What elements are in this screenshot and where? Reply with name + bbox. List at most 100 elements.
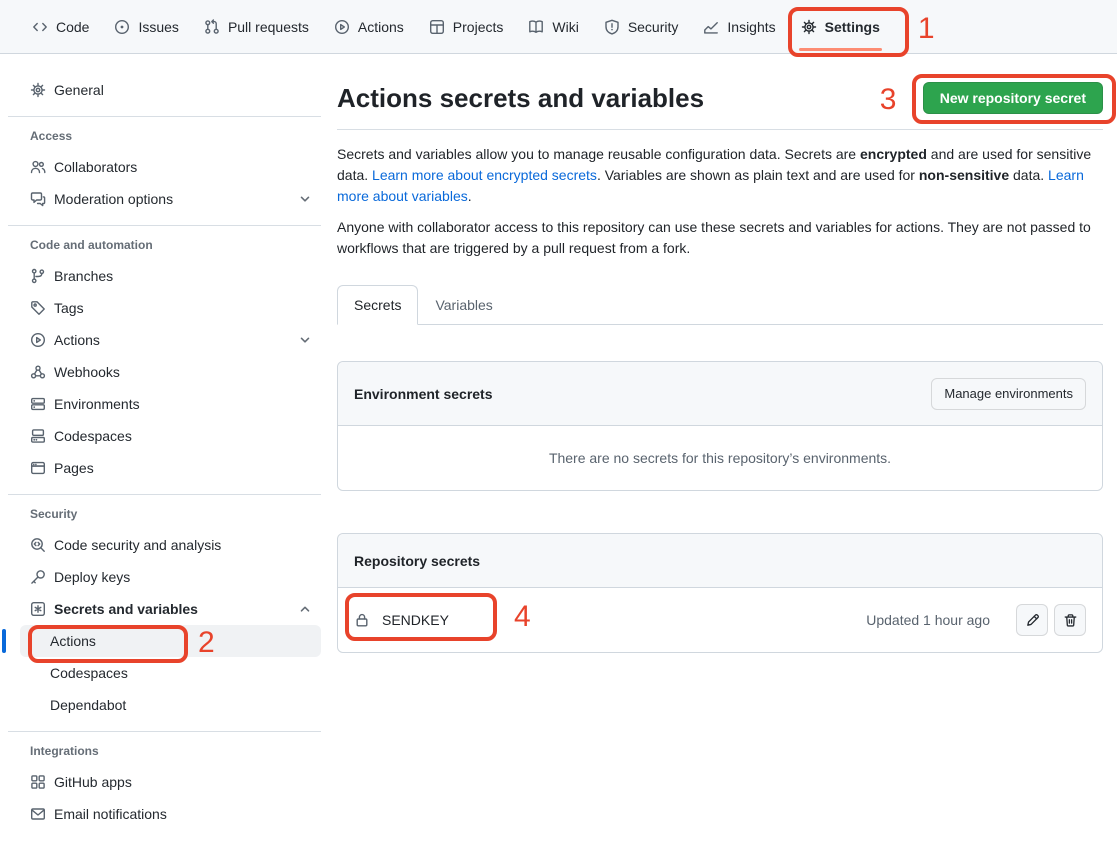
shield-icon — [604, 19, 620, 35]
key-icon — [30, 569, 46, 585]
codespaces-icon — [30, 428, 46, 444]
trash-icon — [1063, 613, 1078, 628]
graph-icon — [703, 19, 719, 35]
settings-sidebar: General Access Collaborators Moderation … — [0, 54, 337, 830]
secret-row: SENDKEY Updated 1 hour ago 4 — [338, 588, 1102, 652]
main-content: Actions secrets and variables New reposi… — [337, 54, 1117, 653]
git-branch-icon — [30, 268, 46, 284]
tab-label: Wiki — [552, 19, 578, 35]
secret-updated-timestamp: Updated 1 hour ago — [866, 612, 990, 628]
tab-actions[interactable]: Actions — [324, 0, 414, 53]
sidebar-item-general[interactable]: General — [8, 74, 321, 106]
delete-secret-button[interactable] — [1054, 604, 1086, 636]
play-icon — [30, 332, 46, 348]
play-icon — [334, 19, 350, 35]
apps-icon — [30, 774, 46, 790]
secrets-variables-tabnav: Secrets Variables — [337, 285, 1103, 325]
book-icon — [528, 19, 544, 35]
sidebar-item-branches[interactable]: Branches — [8, 260, 321, 292]
tab-security[interactable]: Security — [594, 0, 689, 53]
comment-discussion-icon — [30, 191, 46, 207]
sidebar-section-integrations: Integrations — [8, 742, 321, 760]
non-sensitive-emphasis: non-sensitive — [919, 167, 1009, 183]
edit-secret-button[interactable] — [1016, 604, 1048, 636]
tab-label: Issues — [138, 19, 178, 35]
webhook-icon — [30, 364, 46, 380]
chevron-up-icon — [297, 601, 313, 617]
sidebar-subitem-actions[interactable]: Actions 2 — [20, 625, 321, 657]
tab-secrets[interactable]: Secrets — [337, 285, 418, 325]
secret-name: SENDKEY — [382, 612, 866, 628]
people-icon — [30, 159, 46, 175]
tag-icon — [30, 300, 46, 316]
table-icon — [429, 19, 445, 35]
git-pull-request-icon — [204, 19, 220, 35]
server-icon — [30, 396, 46, 412]
intro-paragraph-1: Secrets and variables allow you to manag… — [337, 144, 1103, 207]
sidebar-item-email-notifications[interactable]: Email notifications — [8, 798, 321, 830]
sidebar-item-environments[interactable]: Environments — [8, 388, 321, 420]
sidebar-divider — [8, 116, 321, 117]
encrypted-emphasis: encrypted — [860, 146, 927, 162]
pencil-icon — [1025, 613, 1040, 628]
tab-label: Code — [56, 19, 89, 35]
tab-wiki[interactable]: Wiki — [518, 0, 588, 53]
gear-icon — [30, 82, 46, 98]
sidebar-item-codespaces[interactable]: Codespaces — [8, 420, 321, 452]
sidebar-item-moderation-options[interactable]: Moderation options — [8, 183, 321, 215]
sidebar-item-collaborators[interactable]: Collaborators — [8, 151, 321, 183]
mail-icon — [30, 806, 46, 822]
sidebar-item-deploy-keys[interactable]: Deploy keys — [8, 561, 321, 593]
environment-secrets-empty-message: There are no secrets for this repository… — [338, 426, 1102, 490]
environment-secrets-title: Environment secrets — [354, 386, 493, 402]
sidebar-item-github-apps[interactable]: GitHub apps — [8, 766, 321, 798]
selected-indicator-bar — [2, 629, 6, 653]
issue-opened-icon — [114, 19, 130, 35]
tab-insights[interactable]: Insights — [693, 0, 785, 53]
tab-pull-requests[interactable]: Pull requests — [194, 0, 319, 53]
code-icon — [32, 19, 48, 35]
browser-icon — [30, 460, 46, 476]
sidebar-item-actions[interactable]: Actions — [8, 324, 321, 356]
sidebar-subitem-dependabot[interactable]: Dependabot — [20, 689, 321, 721]
page-title: Actions secrets and variables — [337, 81, 923, 115]
sidebar-section-security: Security — [8, 505, 321, 523]
intro-paragraph-2: Anyone with collaborator access to this … — [337, 217, 1103, 259]
sidebar-item-webhooks[interactable]: Webhooks — [8, 356, 321, 388]
chevron-down-icon — [297, 191, 313, 207]
sidebar-item-pages[interactable]: Pages — [8, 452, 321, 484]
tab-label: Settings — [825, 19, 880, 35]
environment-secrets-box: Environment secrets Manage environments … — [337, 361, 1103, 491]
active-tab-underline — [799, 48, 882, 51]
repository-secrets-box: Repository secrets SENDKEY Updated 1 hou… — [337, 533, 1103, 653]
tab-label: Actions — [358, 19, 404, 35]
annotation-number-1: 1 — [918, 13, 935, 45]
sidebar-subitem-codespaces[interactable]: Codespaces — [20, 657, 321, 689]
sidebar-item-tags[interactable]: Tags — [8, 292, 321, 324]
sidebar-item-secrets-and-variables[interactable]: Secrets and variables — [8, 593, 321, 625]
sidebar-divider — [8, 494, 321, 495]
title-divider — [337, 129, 1103, 130]
tab-projects[interactable]: Projects — [419, 0, 514, 53]
sidebar-divider — [8, 731, 321, 732]
tab-variables[interactable]: Variables — [418, 285, 509, 325]
chevron-down-icon — [297, 332, 313, 348]
sidebar-section-access: Access — [8, 127, 321, 145]
code-scan-icon — [30, 537, 46, 553]
tab-label: Pull requests — [228, 19, 309, 35]
lock-icon — [354, 612, 370, 628]
sidebar-item-code-security[interactable]: Code security and analysis — [8, 529, 321, 561]
tab-label: Security — [628, 19, 679, 35]
new-repository-secret-button[interactable]: New repository secret 3 — [923, 82, 1103, 114]
tab-code[interactable]: Code — [22, 0, 99, 53]
encrypted-secrets-link[interactable]: Learn more about encrypted secrets — [372, 167, 597, 183]
sidebar-section-code-automation: Code and automation — [8, 236, 321, 254]
tab-label: Projects — [453, 19, 504, 35]
sidebar-divider — [8, 225, 321, 226]
tab-settings[interactable]: Settings 1 — [791, 0, 890, 53]
tab-issues[interactable]: Issues — [104, 0, 188, 53]
key-asterisk-icon — [30, 601, 46, 617]
tab-label: Insights — [727, 19, 775, 35]
manage-environments-button[interactable]: Manage environments — [931, 378, 1086, 410]
repository-secrets-title: Repository secrets — [354, 553, 480, 569]
